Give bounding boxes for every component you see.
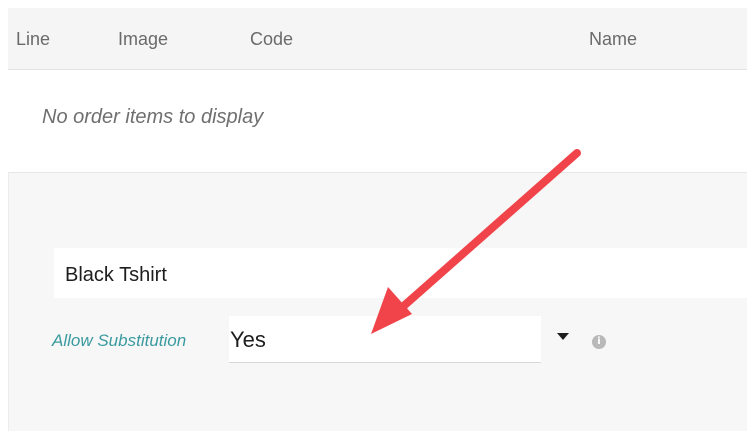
allow-substitution-value: Yes: [230, 327, 266, 352]
allow-substitution-select[interactable]: Yes: [229, 316, 541, 363]
column-header-name[interactable]: Name: [589, 29, 637, 50]
item-name: Black Tshirt: [65, 264, 167, 286]
order-items-page: Line Image Code Name No order items to d…: [0, 0, 747, 431]
info-icon[interactable]: i: [592, 335, 606, 349]
caret-down-icon[interactable]: [557, 333, 569, 340]
order-item-detail-panel: Black Tshirt Allow Substitution Yes i: [8, 172, 747, 431]
item-name-field[interactable]: Black Tshirt: [54, 248, 747, 298]
column-header-image[interactable]: Image: [118, 29, 168, 50]
column-header-code[interactable]: Code: [250, 29, 293, 50]
allow-substitution-label: Allow Substitution: [52, 331, 187, 350]
empty-table-message: No order items to display: [42, 106, 264, 128]
order-items-table-header: Line Image Code Name: [8, 8, 747, 70]
column-header-line[interactable]: Line: [16, 29, 50, 50]
